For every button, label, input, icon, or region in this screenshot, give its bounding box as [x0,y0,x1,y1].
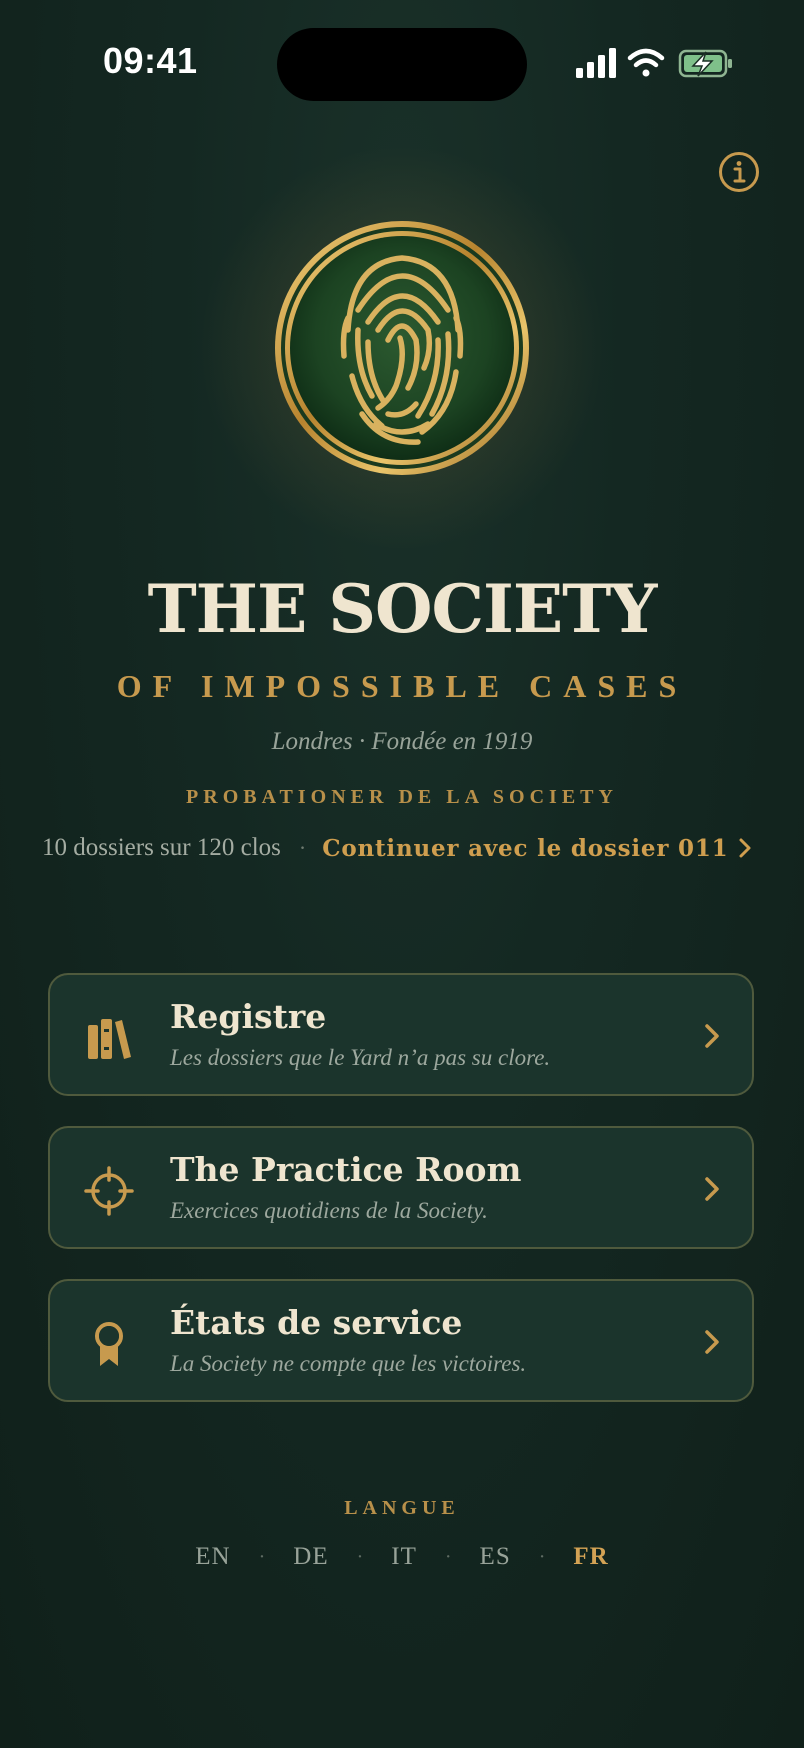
continue-case-label: Continuer avec le dossier 011 [322,834,729,862]
cellular-signal-icon [576,48,616,78]
player-rank: PROBATIONER DE LA SOCIETY [186,786,618,808]
chevron-right-icon [702,1021,722,1051]
language-separator: · [356,1545,364,1568]
app-title: THE SOCIETY [147,570,658,648]
language-selector: EN · DE · IT · ES · FR [0,1543,804,1571]
place-founded: Londres · Fondée en 1919 [271,728,533,755]
separator-dot: · [298,835,307,860]
language-option-es[interactable]: ES [480,1543,511,1571]
chevron-right-icon [702,1174,722,1204]
status-icons [574,46,734,82]
wifi-icon [627,48,665,77]
menu-card-title: États de service [170,1303,463,1342]
menu-card-practice-room[interactable]: The Practice Room Exercices quotidiens d… [48,1126,754,1249]
language-option-fr-selected[interactable]: FR [573,1543,608,1571]
language-separator: · [538,1545,546,1568]
language-option-en[interactable]: EN [195,1543,230,1571]
status-time: 09:41 [103,40,198,81]
menu-card-description: La Society ne compte que les victoires. [170,1351,527,1376]
language-separator: · [258,1545,266,1568]
fingerprint-icon [275,221,529,475]
progress-row: 10 dossiers sur 120 clos · Continuer ave… [42,828,752,868]
menu-card-etats-de-service[interactable]: États de service La Society ne compte qu… [48,1279,754,1402]
chevron-right-icon [739,838,751,858]
language-option-de[interactable]: DE [293,1543,328,1571]
info-button[interactable] [718,151,760,193]
home-screen: 09:41 THE SOCIETY OF IMPOSSIBLE CASES Lo… [0,0,804,1748]
award-ribbon-icon [84,1319,134,1369]
language-option-it[interactable]: IT [391,1543,417,1571]
menu-card-description: Les dossiers que le Yard n’a pas su clor… [170,1045,551,1070]
cases-progress: 10 dossiers sur 120 clos [42,834,281,861]
menu-card-title: Registre [170,997,327,1036]
dynamic-island [277,28,527,101]
menu-card-registre[interactable]: Registre Les dossiers que le Yard n’a pa… [48,973,754,1096]
chevron-right-icon [702,1327,722,1357]
app-subtitle: OF IMPOSSIBLE CASES [116,668,688,704]
fingerprint-emblem [272,218,532,478]
battery-charging-icon [678,49,732,78]
info-circle-icon [719,152,759,192]
books-icon [84,1013,134,1063]
language-separator: · [444,1545,452,1568]
continue-case-link[interactable]: Continuer avec le dossier 011 [322,835,752,862]
language-label: LANGUE [344,1497,460,1519]
menu-card-title: The Practice Room [170,1150,522,1189]
menu-card-description: Exercices quotidiens de la Society. [170,1198,488,1223]
crosshair-icon [84,1166,134,1216]
